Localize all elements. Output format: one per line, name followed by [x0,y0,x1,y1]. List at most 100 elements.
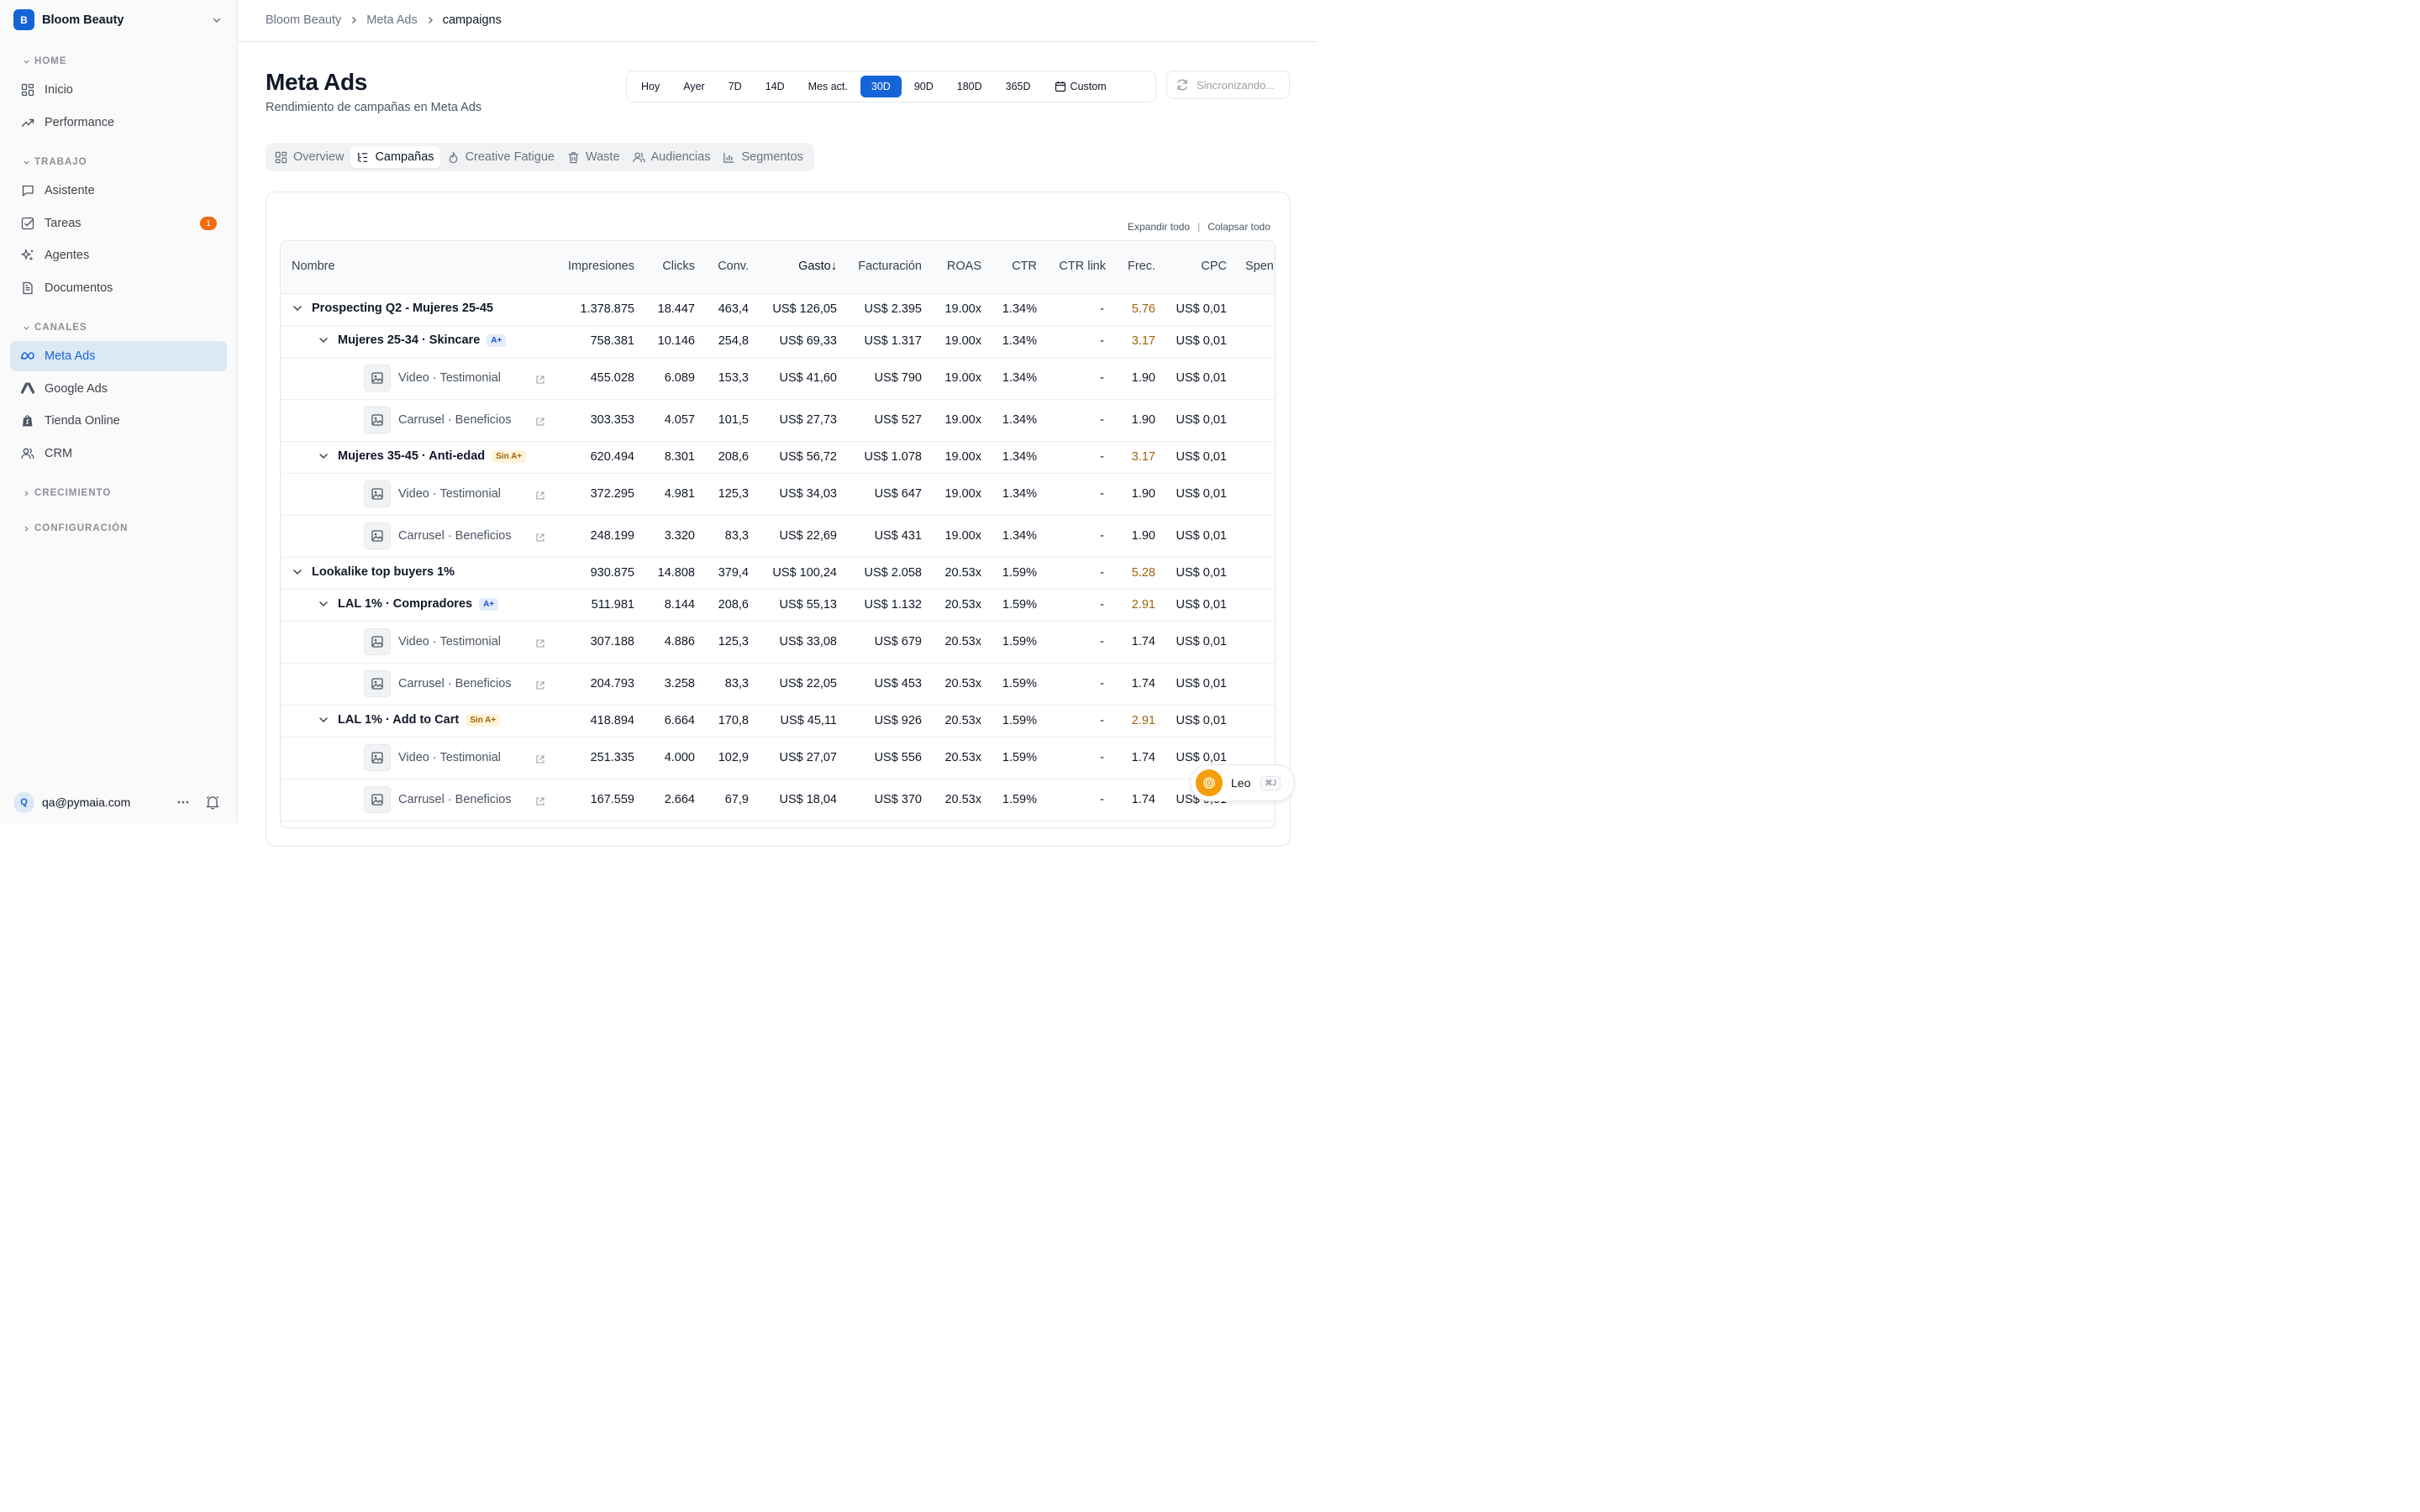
section-toggle-configuracion[interactable]: CONFIGURACIÓN [23,523,128,533]
chevron-down-icon[interactable] [318,598,329,610]
external-link-icon[interactable] [535,680,545,695]
range-ayer[interactable]: Ayer [672,76,715,97]
table-cell: US$ 2.395 [864,302,922,316]
table-cell: 1.90 [1131,487,1155,501]
column-header-gasto[interactable]: Gasto↓ [798,260,837,273]
table-cell: US$ 1.132 [864,598,922,612]
chevron-down-icon[interactable] [318,714,329,726]
table-expand-controls: Expandir todo | Colapsar todo [1128,221,1270,233]
avatar: Q [13,791,34,813]
adset-row[interactable]: Mujeres 35-45 · Anti-edad Sin A+ 620.494 8.… [281,442,1275,474]
user-menu[interactable]: Q qa@pymaia.com [13,790,225,814]
tab-campanas[interactable]: Campañas [350,146,440,168]
range-30d[interactable]: 30D [860,76,902,97]
range-90d[interactable]: 90D [903,76,944,97]
table-cell: US$ 679 [874,635,922,648]
sidebar-item-documentos[interactable]: Documentos [10,273,227,303]
external-link-icon[interactable] [535,374,545,389]
shopify-icon [20,413,35,428]
section-toggle-trabajo[interactable]: TRABAJO [23,157,87,167]
sidebar-item-inicio[interactable]: Inicio [10,75,227,105]
ad-row[interactable]: Video · Testimonial 251.335 4.000 102,9 US$ … [281,738,1275,780]
sidebar-item-agentes[interactable]: Agentes [10,240,227,270]
column-header-frec[interactable]: Frec. [1128,260,1155,273]
table-cell: US$ 0,01 [1176,302,1227,316]
more-horizontal-icon[interactable] [176,795,190,809]
external-link-icon[interactable] [535,416,545,431]
campaign-row[interactable]: Prospecting Q2 - Mujeres 25-45 1.378.875 1… [281,294,1275,326]
column-header-cpc[interactable]: CPC [1201,260,1227,273]
table-cell: 1.34% [1002,302,1037,316]
ad-row[interactable]: Video · Testimonial 455.028 6.089 153,3 US$ … [281,358,1275,400]
column-header-clicks[interactable]: Clicks [662,260,695,273]
adset-row[interactable]: LAL 1% · Add to Cart Sin A+ 418.894 6.664 17… [281,706,1275,738]
adset-row[interactable]: LAL 1% · Compradores A+ 511.981 8.144 208,6 U… [281,590,1275,622]
sync-button[interactable]: Sincronizando... [1166,71,1290,99]
chevron-down-icon[interactable] [292,302,303,314]
ad-row[interactable]: Carrusel · Beneficios 248.199 3.320 83,3 US$… [281,516,1275,558]
tab-overview[interactable]: Overview [269,146,350,168]
external-link-icon[interactable] [535,532,545,547]
chevron-down-icon[interactable] [292,566,303,578]
tab-creative-fatigue[interactable]: Creative Fatigue [441,146,560,168]
ad-row[interactable]: Carrusel · Beneficios 303.353 4.057 101,5 US… [281,400,1275,442]
ad-row[interactable]: Video · Testimonial 372.295 4.981 125,3 US$ … [281,474,1275,516]
sidebar-item-tareas[interactable]: Tareas 1 [10,208,227,239]
bar-chart-icon [723,152,734,163]
column-header-impresiones[interactable]: Impresiones [568,260,634,273]
range-14d[interactable]: 14D [755,76,796,97]
adset-row[interactable]: Mujeres 25-34 · Skincare A+ 758.381 10.146 2… [281,326,1275,358]
sidebar-item-crm[interactable]: CRM [10,438,227,469]
tab-waste[interactable]: Waste [561,146,626,168]
chevron-down-icon[interactable] [318,334,329,346]
external-link-icon[interactable] [535,795,545,811]
sidebar-item-google-ads[interactable]: Google Ads [10,374,227,404]
ad-row[interactable]: Carrusel · Beneficios 204.793 3.258 83,3 US$… [281,664,1275,706]
range-mes-actual[interactable]: Mes act. [797,76,859,97]
chevron-down-icon[interactable] [318,450,329,462]
row-name: Lookalike top buyers 1% [312,565,455,579]
row-name-cell: Prospecting Q2 - Mujeres 25-45 [292,302,493,315]
table-cell: 2.91 [1131,598,1155,612]
sidebar-item-asistente[interactable]: Asistente [10,176,227,206]
bell-icon[interactable] [205,795,220,810]
ad-row[interactable]: Carrusel · Beneficios 167.559 2.664 67,9 US$… [281,780,1275,822]
row-name: Video · Testimonial [398,751,501,764]
ad-row[interactable]: Video · Testimonial 307.188 4.886 125,3 US$ … [281,622,1275,664]
section-toggle-home[interactable]: HOME [23,56,67,66]
tab-audiencias[interactable]: Audiencias [627,146,717,168]
column-header-ctr[interactable]: CTR [1012,260,1037,273]
collapse-all-button[interactable]: Colapsar todo [1207,221,1270,233]
campaign-row[interactable]: Lookalike top buyers 1% 930.875 14.808 379,… [281,558,1275,590]
external-link-icon[interactable] [535,638,545,653]
column-header-ctr-link[interactable]: CTR link [1059,260,1106,273]
external-link-icon[interactable] [535,753,545,769]
section-toggle-canales[interactable]: CANALES [23,323,87,333]
column-header-spend[interactable]: Spen [1245,260,1274,273]
column-header-roas[interactable]: ROAS [947,260,981,273]
column-header-facturacion[interactable]: Facturación [858,260,922,273]
sidebar-item-performance[interactable]: Performance [10,108,227,138]
section-toggle-crecimiento[interactable]: CRECIMIENTO [23,488,111,498]
range-365d[interactable]: 365D [995,76,1042,97]
image-icon [364,744,391,771]
column-header-conv[interactable]: Conv. [718,260,749,273]
external-link-icon[interactable] [535,490,545,505]
sidebar-item-tienda-online[interactable]: Tienda Online [10,406,227,436]
row-name-cell: Carrusel · Beneficios [364,786,512,813]
range-7d[interactable]: 7D [718,76,753,97]
sidebar-item-meta-ads[interactable]: Meta Ads [10,341,227,371]
breadcrumb-item[interactable]: Meta Ads [366,13,417,27]
expand-all-button[interactable]: Expandir todo [1128,221,1190,233]
range-hoy[interactable]: Hoy [630,76,671,97]
column-header-nombre[interactable]: Nombre [292,260,335,273]
workspace-switcher[interactable]: B Bloom Beauty [13,9,225,30]
assistant-launcher[interactable]: Leo ⌘J [1190,764,1295,801]
chevron-right-icon [24,525,29,532]
range-custom[interactable]: Custom [1044,76,1118,97]
table-cell: US$ 69,33 [779,334,837,348]
breadcrumb-item[interactable]: Bloom Beauty [266,13,341,27]
range-180d[interactable]: 180D [946,76,993,97]
tab-segmentos[interactable]: Segmentos [717,146,808,168]
table-cell: 10.146 [657,334,695,348]
